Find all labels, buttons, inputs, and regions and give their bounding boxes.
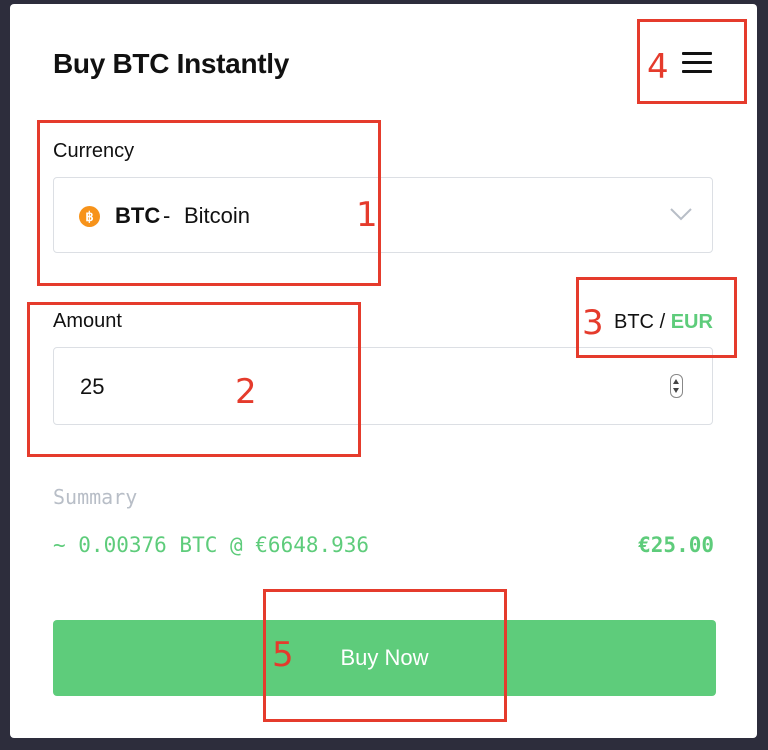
- amount-stepper[interactable]: [670, 374, 683, 398]
- page-title: Buy BTC Instantly: [53, 48, 290, 79]
- summary-rate: ~ 0.00376 BTC @ €6648.936: [53, 533, 370, 557]
- annotation-box-1: [37, 120, 381, 286]
- annotation-number-1: 1: [356, 195, 378, 235]
- annotation-box-5: [263, 589, 507, 722]
- annotation-number-5: 5: [272, 635, 294, 675]
- summary-total: €25.00: [638, 533, 714, 557]
- annotation-number-4: 4: [647, 47, 669, 87]
- chevron-down-icon: [670, 208, 692, 221]
- annotation-box-2: [27, 302, 361, 457]
- stepper-down-icon[interactable]: [673, 388, 679, 393]
- stepper-up-icon[interactable]: [673, 379, 679, 384]
- annotation-number-3: 3: [582, 303, 604, 343]
- summary-label: Summary: [53, 485, 138, 509]
- annotation-number-2: 2: [235, 372, 257, 412]
